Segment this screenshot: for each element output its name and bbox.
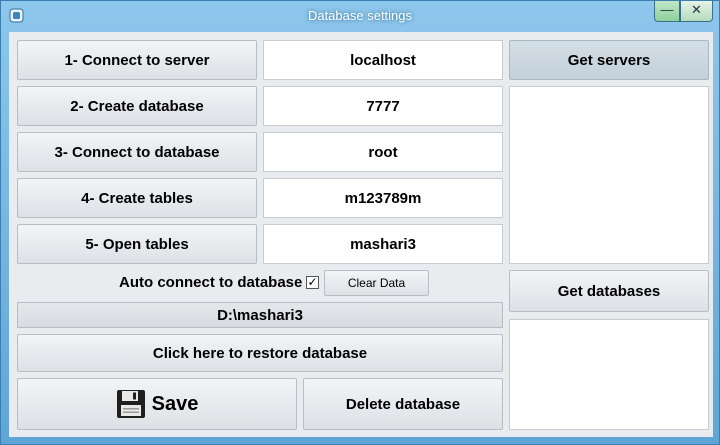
- auto-connect-label: Auto connect to database: [119, 274, 303, 291]
- window-title: Database settings: [307, 8, 413, 23]
- clear-data-button[interactable]: Clear Data: [324, 270, 429, 296]
- minimize-button[interactable]: —: [654, 1, 680, 22]
- auto-connect-checkbox[interactable]: ✓: [306, 276, 319, 289]
- restore-database-button[interactable]: Click here to restore database: [17, 334, 503, 372]
- databases-list[interactable]: [509, 319, 709, 430]
- password-field[interactable]: m123789m: [263, 178, 503, 218]
- server-field[interactable]: localhost: [263, 40, 503, 80]
- get-databases-button[interactable]: Get databases: [509, 270, 709, 312]
- title-bar[interactable]: Database settings — ✕: [1, 1, 719, 31]
- save-button-label: Save: [151, 392, 199, 415]
- open-tables-button[interactable]: 5- Open tables: [17, 224, 257, 264]
- database-settings-window: Database settings — ✕ 1- Connect to serv…: [0, 0, 720, 445]
- delete-database-button[interactable]: Delete database: [303, 378, 503, 430]
- close-button[interactable]: ✕: [680, 1, 713, 22]
- save-button[interactable]: Save: [17, 378, 297, 430]
- create-database-button[interactable]: 2- Create database: [17, 86, 257, 126]
- floppy-disk-icon: [116, 390, 145, 418]
- client-area: 1- Connect to server 2- Create database …: [9, 32, 713, 437]
- connect-to-database-button[interactable]: 3- Connect to database: [17, 132, 257, 172]
- create-tables-button[interactable]: 4- Create tables: [17, 178, 257, 218]
- servers-list[interactable]: [509, 86, 709, 264]
- database-name-field[interactable]: mashari3: [263, 224, 503, 264]
- database-path-field[interactable]: D:\mashari3: [17, 302, 503, 328]
- port-field[interactable]: 7777: [263, 86, 503, 126]
- user-field[interactable]: root: [263, 132, 503, 172]
- connect-to-server-button[interactable]: 1- Connect to server: [17, 40, 257, 80]
- get-servers-button[interactable]: Get servers: [509, 40, 709, 80]
